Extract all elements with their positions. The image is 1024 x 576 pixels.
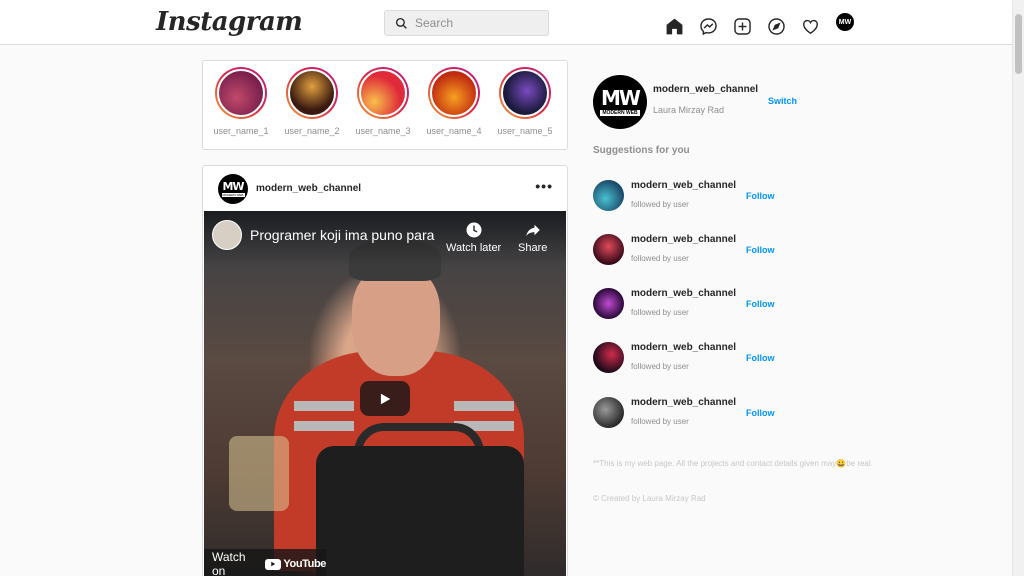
video-title[interactable]: Programer koji ima puno para (250, 227, 434, 243)
story-avatar (430, 69, 478, 117)
play-icon (380, 393, 391, 404)
video-frame-stripe (454, 401, 514, 411)
instagram-logo[interactable]: Instagram (156, 7, 303, 37)
top-navbar: Instagram MW (0, 0, 1012, 45)
watch-on-youtube-button[interactable]: Watch on YouTube (204, 549, 326, 576)
watch-later-label: Watch later (446, 242, 502, 254)
follow-button[interactable]: Follow (746, 191, 775, 201)
story-username: user_name_2 (284, 126, 340, 136)
post-header: MW MODERN WEB modern_web_channel ••• (203, 166, 567, 211)
search-input[interactable] (415, 16, 535, 30)
video-frame-stripe (294, 401, 354, 411)
avatar-logo-subtext: MODERN WEB (221, 192, 245, 197)
sidebar-username[interactable]: modern_web_channel (653, 84, 758, 95)
suggestion-avatar[interactable] (593, 180, 624, 211)
suggestion-item: modern_web_channel followed by user Foll… (593, 288, 793, 328)
home-icon[interactable] (664, 16, 684, 36)
suggestion-item: modern_web_channel followed by user Foll… (593, 234, 793, 274)
sidebar-full-name: Laura Mirzay Rad (653, 105, 725, 115)
new-post-icon[interactable] (732, 16, 752, 36)
follow-button[interactable]: Follow (746, 408, 775, 418)
story-ring (215, 67, 267, 119)
explore-icon[interactable] (766, 16, 786, 36)
more-options-icon[interactable]: ••• (535, 178, 553, 194)
suggestion-subtitle: followed by user (631, 308, 689, 317)
feed-post: MW MODERN WEB modern_web_channel ••• Pro… (202, 165, 568, 576)
avatar-logo-subtext: MODERN WEB (600, 110, 640, 116)
share-arrow-icon (525, 224, 540, 236)
watch-later-button[interactable]: Watch later (446, 221, 501, 254)
messenger-icon[interactable] (698, 16, 718, 36)
story-username: user_name_3 (355, 126, 411, 136)
suggestion-username[interactable]: modern_web_channel (631, 397, 736, 408)
story-item[interactable]: user_name_4 (426, 67, 482, 149)
suggestion-avatar[interactable] (593, 234, 624, 265)
suggestion-item: modern_web_channel followed by user Foll… (593, 342, 793, 382)
video-frame-face (352, 266, 440, 376)
watch-on-label: Watch on (212, 550, 246, 576)
suggestion-avatar[interactable] (593, 397, 624, 428)
suggestions-heading: Suggestions for you (593, 145, 690, 156)
search-icon (395, 17, 407, 29)
story-item[interactable]: user_name_5 (497, 67, 553, 149)
story-username: user_name_1 (213, 126, 269, 136)
story-ring (286, 67, 338, 119)
video-frame-glass (229, 436, 289, 511)
video-frame-stripe (294, 421, 354, 431)
nav-icons (664, 16, 820, 36)
suggestion-avatar[interactable] (593, 288, 624, 319)
story-ring (428, 67, 480, 119)
story-username: user_name_4 (426, 126, 482, 136)
post-avatar[interactable]: MW MODERN WEB (218, 173, 248, 204)
suggestion-subtitle: followed by user (631, 254, 689, 263)
suggestion-item: modern_web_channel followed by user Foll… (593, 397, 793, 437)
follow-button[interactable]: Follow (746, 353, 775, 363)
story-avatar (359, 69, 407, 117)
video-frame-bag (316, 446, 524, 576)
suggestion-avatar[interactable] (593, 342, 624, 373)
youtube-play-icon (265, 558, 282, 570)
youtube-logo: YouTube (265, 558, 326, 570)
post-username[interactable]: modern_web_channel (256, 183, 361, 194)
story-ring (499, 67, 551, 119)
clock-icon (466, 222, 482, 238)
story-item[interactable]: user_name_1 (213, 67, 269, 149)
suggestion-subtitle: followed by user (631, 200, 689, 209)
story-avatar (501, 69, 549, 117)
youtube-logo-text: YouTube (283, 558, 326, 570)
video-channel-avatar[interactable] (212, 220, 242, 250)
avatar-logo-text: MW (222, 179, 244, 193)
story-item[interactable]: user_name_2 (284, 67, 340, 149)
story-ring (357, 67, 409, 119)
embedded-youtube-video[interactable]: Programer koji ima puno para Watch later… (204, 211, 566, 576)
play-button[interactable] (360, 381, 410, 416)
avatar-logo-text: MW (601, 86, 641, 110)
share-label: Share (518, 242, 548, 254)
story-item[interactable]: user_name_3 (355, 67, 411, 149)
suggestion-subtitle: followed by user (631, 362, 689, 371)
suggestion-username[interactable]: modern_web_channel (631, 342, 736, 353)
suggestion-subtitle: followed by user (631, 417, 689, 426)
footer-note: **This is my web page. All the projects … (593, 459, 873, 468)
suggestion-username[interactable]: modern_web_channel (631, 234, 736, 245)
footer-copyright: © Created by Laura Mirzay Rad (593, 494, 706, 503)
scrollbar-thumb[interactable] (1015, 14, 1022, 74)
suggestion-item: modern_web_channel followed by user Foll… (593, 180, 793, 220)
activity-heart-icon[interactable] (800, 16, 820, 36)
share-button[interactable]: Share (518, 221, 547, 254)
search-box[interactable] (384, 10, 549, 36)
stories-bar: user_name_1 user_name_2 user_name_3 user… (202, 60, 568, 150)
story-username: user_name_5 (497, 126, 553, 136)
suggestion-username[interactable]: modern_web_channel (631, 288, 736, 299)
story-avatar (217, 69, 265, 117)
page-scrollbar[interactable] (1012, 0, 1024, 576)
sidebar-profile-avatar[interactable]: MW MODERN WEB (593, 75, 647, 129)
suggestion-username[interactable]: modern_web_channel (631, 180, 736, 191)
story-avatar (288, 69, 336, 117)
follow-button[interactable]: Follow (746, 245, 775, 255)
follow-button[interactable]: Follow (746, 299, 775, 309)
switch-account-button[interactable]: Switch (768, 96, 797, 106)
profile-avatar-icon[interactable]: MW (836, 13, 854, 31)
